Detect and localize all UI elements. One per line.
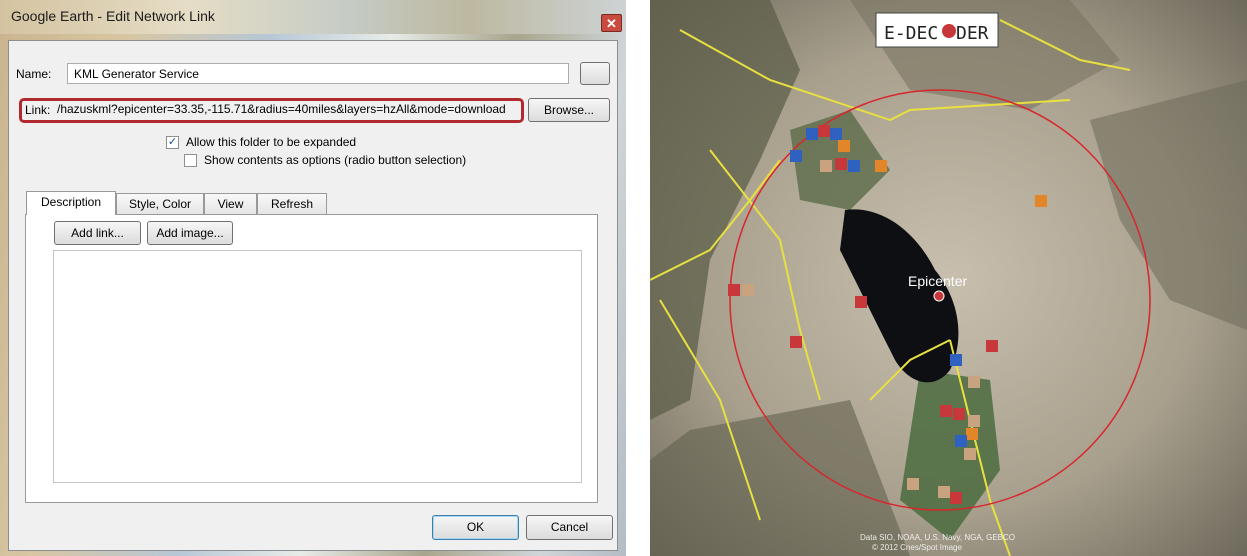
name-label: Name:: [16, 67, 52, 81]
allow-expand-checkbox[interactable]: ✓: [166, 136, 179, 149]
marker-blue-icon: [806, 128, 818, 140]
marker-red-icon: [818, 125, 830, 137]
map-attribution-line1: Data SIO, NOAA, U.S. Navy, NGA, GEBCO: [860, 533, 1015, 542]
marker-blue-icon: [955, 435, 967, 447]
marker-orange-icon: [838, 140, 850, 152]
marker-tan-icon: [964, 448, 976, 460]
dialog-title: Google Earth - Edit Network Link: [11, 8, 215, 24]
marker-red-icon: [986, 340, 998, 352]
name-input[interactable]: KML Generator Service: [67, 63, 569, 84]
marker-orange-icon: [875, 160, 887, 172]
marker-red-icon: [790, 336, 802, 348]
marker-red-icon: [940, 405, 952, 417]
title-bar[interactable]: Google Earth - Edit Network Link ✕: [0, 0, 626, 34]
browse-button[interactable]: Browse...: [528, 98, 610, 122]
marker-tan-icon: [820, 160, 832, 172]
tab-style-color[interactable]: Style, Color: [116, 193, 204, 215]
marker-blue-icon: [830, 128, 842, 140]
link-label: Link:: [25, 103, 51, 117]
marker-blue-icon: [848, 160, 860, 172]
tab-view[interactable]: View: [204, 193, 257, 215]
link-input[interactable]: /hazuskml?epicenter=33.35,-115.71&radius…: [55, 99, 521, 120]
marker-tan-icon: [968, 376, 980, 388]
logo-pin-icon: [942, 24, 956, 38]
description-textarea[interactable]: [53, 250, 582, 483]
marker-red-icon: [835, 158, 847, 170]
tab-refresh[interactable]: Refresh: [257, 193, 327, 215]
icon-picker-button[interactable]: [580, 62, 610, 85]
edit-network-link-dialog: Google Earth - Edit Network Link ✕ Name:…: [0, 0, 626, 556]
add-image-button[interactable]: Add image...: [147, 221, 233, 245]
marker-orange-icon: [1035, 195, 1047, 207]
marker-orange-icon: [966, 428, 978, 440]
marker-red-icon: [855, 296, 867, 308]
marker-tan-icon: [907, 478, 919, 490]
epicenter-label: Epicenter: [908, 273, 967, 289]
map-attribution-line2: © 2012 Cnes/Spot Image: [872, 543, 963, 552]
add-link-button[interactable]: Add link...: [54, 221, 141, 245]
close-button[interactable]: ✕: [601, 14, 622, 32]
epicenter-icon: [933, 290, 945, 302]
dialog-client-area: Name: KML Generator Service Link: /hazus…: [8, 40, 618, 551]
marker-red-icon: [953, 408, 965, 420]
marker-red-icon: [728, 284, 740, 296]
marker-tan-icon: [968, 415, 980, 427]
tab-description[interactable]: Description: [26, 191, 116, 215]
map-canvas: Epicenter E-DEC DER Data SIO, NOAA, U.S.…: [650, 0, 1247, 556]
cancel-button[interactable]: Cancel: [526, 515, 613, 540]
ok-button[interactable]: OK: [432, 515, 519, 540]
satellite-map-view[interactable]: Epicenter E-DEC DER Data SIO, NOAA, U.S.…: [650, 0, 1247, 556]
marker-tan-icon: [938, 486, 950, 498]
logo-text-left: E-DEC: [884, 23, 938, 44]
radio-options-label: Show contents as options (radio button s…: [204, 153, 467, 167]
marker-blue-icon: [950, 354, 962, 366]
marker-blue-icon: [790, 150, 802, 162]
marker-tan-icon: [742, 284, 754, 296]
radio-options-checkbox[interactable]: [184, 154, 197, 167]
allow-expand-label: Allow this folder to be expanded: [186, 135, 357, 149]
marker-red-icon: [950, 492, 962, 504]
description-tab-panel: Add link... Add image...: [25, 214, 598, 503]
logo-text-right: DER: [956, 23, 989, 44]
